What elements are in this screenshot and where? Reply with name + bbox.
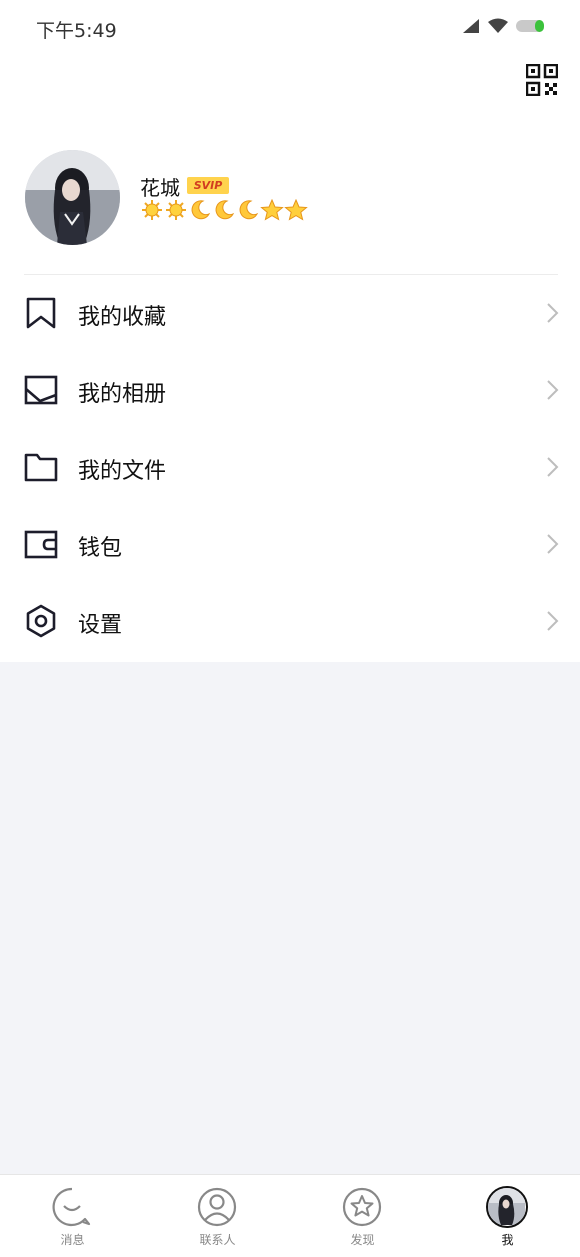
star-discover-icon [342,1187,382,1227]
menu-item-label: 我的文件 [78,459,167,484]
tab-label: 联系人 [199,1233,236,1247]
settings-hexagon-icon [26,604,56,638]
chevron-right-icon [547,380,559,400]
tab-label: 我 [501,1233,514,1247]
moon-level-icon [215,200,235,220]
level-icons [140,199,308,221]
menu-item-files[interactable]: 我的文件 [0,429,580,506]
chat-bubble-icon [52,1187,91,1227]
chevron-right-icon [547,457,559,477]
tab-label: 消息 [60,1233,85,1247]
profile-header[interactable]: 花城 SVIP [0,146,580,258]
contact-person-icon [197,1187,237,1227]
status-bar: 下午5:49 [0,0,580,56]
tab-me[interactable]: 我 [435,1175,580,1257]
star-level-icon [260,199,284,221]
wallet-icon [24,530,58,559]
bottom-tab-bar: 消息 联系人 发现 我 [0,1174,580,1257]
profile-name: 花城 [140,176,180,200]
star-level-icon [284,199,308,221]
svip-badge: SVIP [187,177,229,194]
battery-icon [516,20,544,32]
qr-code-icon[interactable] [526,64,558,96]
profile-avatar-icon [486,1186,528,1228]
menu-item-wallet[interactable]: 钱包 [0,506,580,583]
menu-item-label: 设置 [78,613,123,638]
menu-item-label: 我的收藏 [78,305,167,330]
sun-level-icon [166,200,186,220]
bookmark-icon [26,297,56,329]
moon-level-icon [239,200,259,220]
menu-item-favorites[interactable]: 我的收藏 [0,275,580,352]
folder-icon [24,453,58,482]
menu-item-album[interactable]: 我的相册 [0,352,580,429]
tab-messages[interactable]: 消息 [0,1175,145,1257]
chevron-right-icon [547,303,559,323]
sun-level-icon [142,200,162,220]
status-time: 下午5:49 [36,20,117,42]
photo-album-icon [24,375,58,405]
profile-menu: 我的收藏 我的相册 我的文件 钱包 设置 [0,275,580,660]
chevron-right-icon [547,534,559,554]
avatar[interactable] [25,150,120,245]
menu-item-label: 钱包 [78,536,123,561]
wifi-icon [488,18,508,33]
menu-item-settings[interactable]: 设置 [0,583,580,660]
moon-level-icon [191,200,211,220]
tab-label: 发现 [350,1233,375,1247]
chevron-right-icon [547,611,559,631]
tab-contacts[interactable]: 联系人 [145,1175,290,1257]
menu-item-label: 我的相册 [78,382,167,407]
cell-signal-icon [463,19,479,33]
tab-discover[interactable]: 发现 [290,1175,435,1257]
profile-page-panel: 下午5:49 花城 SVIP 我的收藏 我的相册 我的文件 钱包 设置 [0,0,580,662]
